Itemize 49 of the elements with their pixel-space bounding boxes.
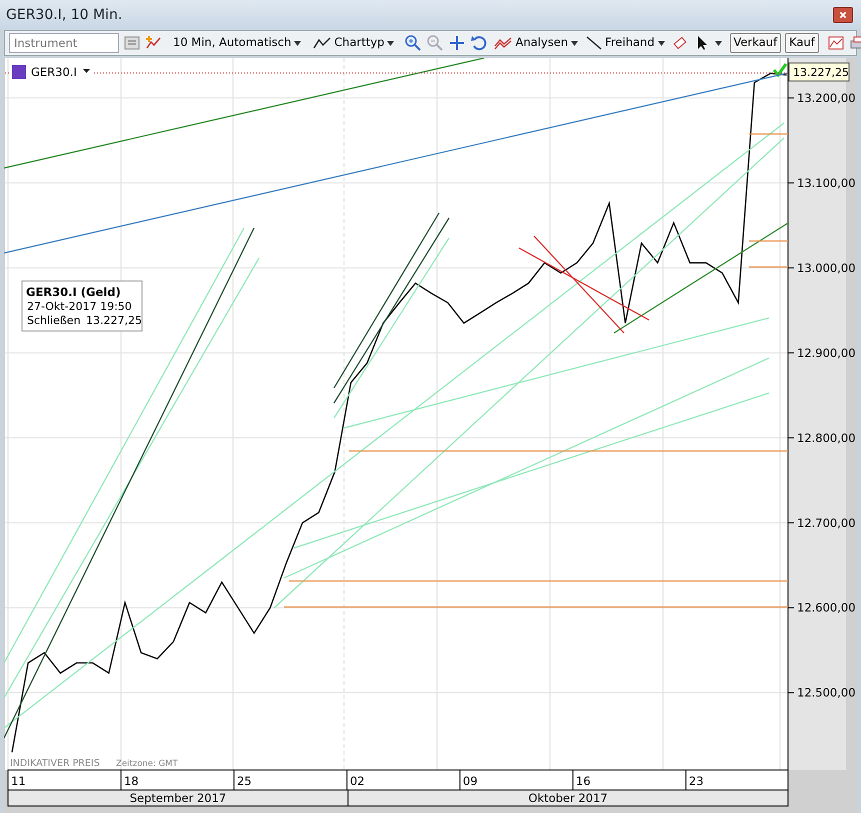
price-axis-label: 13.100,00	[797, 176, 856, 190]
trade-button[interactable]: Kauf	[785, 33, 819, 53]
price-axis-label: 13.000,00	[797, 260, 856, 275]
analysis-lines-icon	[494, 36, 512, 50]
instrument-label[interactable]: GER30.I	[31, 65, 77, 79]
info-title: GER30.I (Geld)	[26, 285, 121, 299]
date-axis-label: 11	[11, 774, 26, 788]
trade-button[interactable]: Verkauf	[730, 33, 782, 53]
analysis-dropdown[interactable]: Analysen	[492, 34, 580, 52]
date-axis-label: 23	[688, 774, 704, 788]
date-axis-label: 02	[350, 774, 365, 788]
window-title: GER30.I, 10 Min.	[6, 6, 122, 24]
diagonal-line-icon	[586, 36, 602, 50]
month-label: September 2017	[130, 791, 226, 805]
list-icon[interactable]	[123, 34, 141, 52]
price-tag: 13.227,25	[788, 62, 850, 82]
caret-icon	[294, 40, 302, 46]
price-axis-label: 12.500,00	[797, 686, 856, 700]
info-value: 13.227,25	[86, 314, 142, 327]
info-datetime: 27-Okt-2017 19:50	[27, 300, 132, 313]
date-axis-label: 16	[576, 774, 591, 788]
date-axis-label: 09	[462, 774, 478, 788]
tick-mark-icon	[772, 63, 788, 78]
charttype-dropdown[interactable]: Charttyp	[311, 34, 396, 52]
timezone-note: Zeitzone: GMT	[116, 759, 178, 769]
undo-icon[interactable]	[470, 34, 488, 52]
info-label: Schließen	[27, 314, 81, 327]
close-icon[interactable]	[833, 7, 853, 23]
price-axis-label: 12.800,00	[797, 430, 856, 445]
price-axis-label: 13.200,00	[797, 90, 856, 105]
price-axis-label: 12.600,00	[797, 600, 856, 615]
date-axis-label: 25	[236, 774, 252, 788]
freehand-dropdown[interactable]: Freihand	[584, 34, 666, 52]
month-label: Oktober 2017	[528, 791, 608, 805]
cursor-caret-icon	[714, 40, 722, 46]
chart-settings-icon[interactable]	[826, 34, 845, 52]
interval-dropdown[interactable]: 10 Min, Automatisch	[171, 34, 304, 52]
instrument-field[interactable]: Instrument	[9, 33, 119, 53]
caret-icon[interactable]	[83, 69, 90, 73]
cfd-icon	[12, 65, 26, 79]
caret-icon	[571, 40, 578, 46]
price-axis-label: 12.900,00	[797, 346, 856, 360]
footer-note: INDIKATIVER PREIS	[10, 758, 100, 769]
date-axis-label: 18	[124, 774, 139, 788]
line-chart-icon	[313, 36, 332, 50]
caret-icon	[387, 40, 394, 46]
zoom-in-icon[interactable]	[404, 34, 422, 52]
price-axis-label: 12.700,00	[797, 516, 856, 530]
caret-icon	[658, 40, 664, 46]
